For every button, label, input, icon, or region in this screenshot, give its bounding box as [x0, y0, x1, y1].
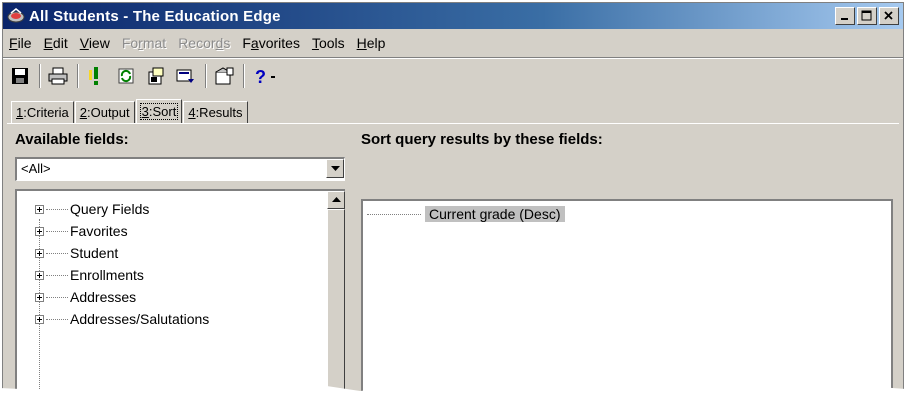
- run-query-button[interactable]: [83, 63, 109, 89]
- refresh-button[interactable]: [113, 63, 139, 89]
- menu-tools[interactable]: Tools: [306, 35, 351, 51]
- tree-item-addresses[interactable]: Addresses: [35, 287, 136, 307]
- tree-item-query-fields[interactable]: Query Fields: [35, 199, 149, 219]
- tree-item-favorites[interactable]: Favorites: [35, 221, 128, 241]
- window-title: All Students - The Education Edge: [29, 7, 281, 25]
- toolbar-separator: [205, 64, 207, 88]
- tree-vertical-scrollbar[interactable]: [327, 191, 345, 393]
- toolbar-separator: [77, 64, 79, 88]
- save-icon: [12, 68, 28, 84]
- tree-item-addresses-salutations[interactable]: Addresses/Salutations: [35, 309, 209, 329]
- field-filter-value: <All>: [21, 161, 51, 176]
- toolbar-separator: [243, 64, 245, 88]
- toolbar-separator: [39, 64, 41, 88]
- expand-icon[interactable]: [35, 314, 44, 324]
- available-fields-tree[interactable]: Query Fields Favorites Student Enrollmen…: [15, 189, 345, 393]
- expand-icon[interactable]: [35, 248, 44, 258]
- close-icon: [884, 11, 893, 20]
- minimize-button[interactable]: [835, 7, 855, 25]
- application-window: All Students - The Education Edge File E…: [2, 2, 904, 394]
- tree-item-label: Favorites: [70, 223, 128, 239]
- tab-panel-border: [7, 123, 899, 125]
- merge-icon: [176, 69, 194, 83]
- maximize-icon: [861, 10, 872, 21]
- sort-item-label: Current grade (Desc): [425, 206, 565, 222]
- run-query-icon: [89, 67, 98, 85]
- tab-criteria[interactable]: 1:Criteria: [11, 101, 74, 123]
- tree-item-enrollments[interactable]: Enrollments: [35, 265, 144, 285]
- tab-results[interactable]: 4:Results: [183, 101, 248, 123]
- tab-sort[interactable]: 3:Sort: [135, 99, 183, 123]
- menu-edit[interactable]: Edit: [38, 35, 74, 51]
- education-edge-app-icon: [7, 8, 25, 23]
- minimize-icon: [841, 18, 848, 20]
- sort-fields-heading: Sort query results by these fields:: [361, 131, 603, 148]
- expand-icon[interactable]: [35, 204, 44, 214]
- tree-item-label: Addresses/Salutations: [70, 311, 210, 327]
- menu-separator: [3, 57, 903, 59]
- menu-file[interactable]: File: [3, 35, 38, 51]
- menu-help[interactable]: Help: [351, 35, 392, 51]
- help-icon: ?: [255, 67, 275, 86]
- tree-item-student[interactable]: Student: [35, 243, 118, 263]
- merge-button[interactable]: [173, 63, 199, 89]
- menu-records[interactable]: Records: [172, 35, 236, 51]
- torn-edge-decoration: [0, 385, 906, 396]
- tab-strip: 1:Criteria 2:Output 3:Sort 4:Results: [11, 99, 249, 123]
- tree-item-label: Addresses: [70, 289, 137, 305]
- tree-item-label: Query Fields: [70, 201, 150, 217]
- save-button[interactable]: [7, 63, 33, 89]
- print-icon: [48, 67, 68, 85]
- refresh-icon: [118, 68, 134, 84]
- expand-icon[interactable]: [35, 292, 44, 302]
- scroll-up-button[interactable]: [327, 191, 345, 209]
- export-button[interactable]: [143, 63, 169, 89]
- close-button[interactable]: [879, 7, 899, 25]
- menu-view[interactable]: View: [74, 35, 116, 51]
- export-icon: [148, 67, 164, 85]
- field-filter-dropdown-button[interactable]: [326, 159, 344, 178]
- expand-icon[interactable]: [35, 270, 44, 280]
- field-filter-combobox[interactable]: <All>: [15, 157, 345, 181]
- svg-text:?: ?: [255, 67, 266, 86]
- available-fields-heading: Available fields:: [15, 131, 129, 148]
- maximize-button[interactable]: [857, 7, 877, 25]
- properties-icon: [215, 67, 234, 85]
- menu-bar: File Edit View Format Records Favorites …: [3, 31, 903, 55]
- toolbar: ?: [7, 61, 287, 91]
- scroll-thumb[interactable]: [327, 209, 345, 393]
- menu-format[interactable]: Format: [116, 35, 172, 51]
- menu-favorites[interactable]: Favorites: [236, 35, 306, 51]
- chevron-down-icon: [331, 166, 340, 171]
- sort-fields-list[interactable]: Current grade (Desc): [361, 199, 893, 393]
- tree-item-label: Enrollments: [70, 267, 144, 283]
- print-button[interactable]: [45, 63, 71, 89]
- expand-icon[interactable]: [35, 226, 44, 236]
- tree-item-label: Student: [70, 245, 119, 261]
- properties-button[interactable]: [211, 63, 237, 89]
- help-button[interactable]: ?: [249, 63, 283, 89]
- tab-output[interactable]: 2:Output: [74, 101, 135, 123]
- chevron-up-icon: [332, 197, 341, 202]
- sort-item[interactable]: Current grade (Desc): [367, 205, 565, 223]
- title-bar[interactable]: All Students - The Education Edge: [3, 3, 903, 29]
